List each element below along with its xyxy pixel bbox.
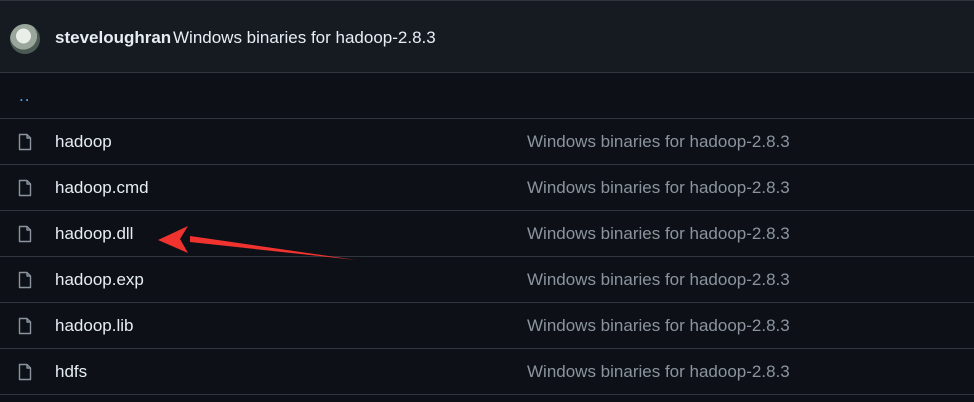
latest-commit-header: steveloughran Windows binaries for hadoo…: [0, 0, 974, 73]
file-name-link[interactable]: hadoop.exp: [55, 270, 144, 290]
file-icon: [18, 225, 32, 243]
file-commit-message-link[interactable]: Windows binaries for hadoop-2.8.3: [527, 178, 790, 198]
file-commit-message-link[interactable]: Windows binaries for hadoop-2.8.3: [527, 224, 790, 244]
file-icon: [18, 317, 32, 335]
file-commit-message-link[interactable]: Windows binaries for hadoop-2.8.3: [527, 316, 790, 336]
file-row[interactable]: hadoop.lib Windows binaries for hadoop-2…: [0, 303, 974, 349]
file-row[interactable]: hadoop.cmd Windows binaries for hadoop-2…: [0, 165, 974, 211]
file-name-link[interactable]: hadoop.cmd: [55, 178, 149, 198]
file-row[interactable]: hadoop.dll Windows binaries for hadoop-2…: [0, 211, 974, 257]
file-browser: steveloughran Windows binaries for hadoo…: [0, 0, 974, 402]
file-row[interactable]: hadoop.exp Windows binaries for hadoop-2…: [0, 257, 974, 303]
file-name-link[interactable]: hadoop.dll: [55, 224, 133, 244]
file-icon: [18, 363, 32, 381]
file-icon: [18, 271, 32, 289]
file-icon: [18, 179, 32, 197]
commit-message-link[interactable]: Windows binaries for hadoop-2.8.3: [173, 28, 436, 48]
commit-author-link[interactable]: steveloughran: [55, 28, 171, 48]
file-name-link[interactable]: hdfs: [55, 362, 87, 382]
file-commit-message-link[interactable]: Windows binaries for hadoop-2.8.3: [527, 362, 790, 382]
avatar[interactable]: [10, 24, 40, 54]
file-name-link[interactable]: hadoop: [55, 132, 112, 152]
file-icon: [18, 133, 32, 151]
parent-directory-link[interactable]: ..: [19, 86, 30, 106]
file-commit-message-link[interactable]: Windows binaries for hadoop-2.8.3: [527, 132, 790, 152]
file-name-link[interactable]: hadoop.lib: [55, 316, 133, 336]
file-row[interactable]: hdfs Windows binaries for hadoop-2.8.3: [0, 349, 974, 395]
file-commit-message-link[interactable]: Windows binaries for hadoop-2.8.3: [527, 270, 790, 290]
parent-directory-row[interactable]: ..: [0, 73, 974, 119]
file-row[interactable]: hadoop Windows binaries for hadoop-2.8.3: [0, 119, 974, 165]
